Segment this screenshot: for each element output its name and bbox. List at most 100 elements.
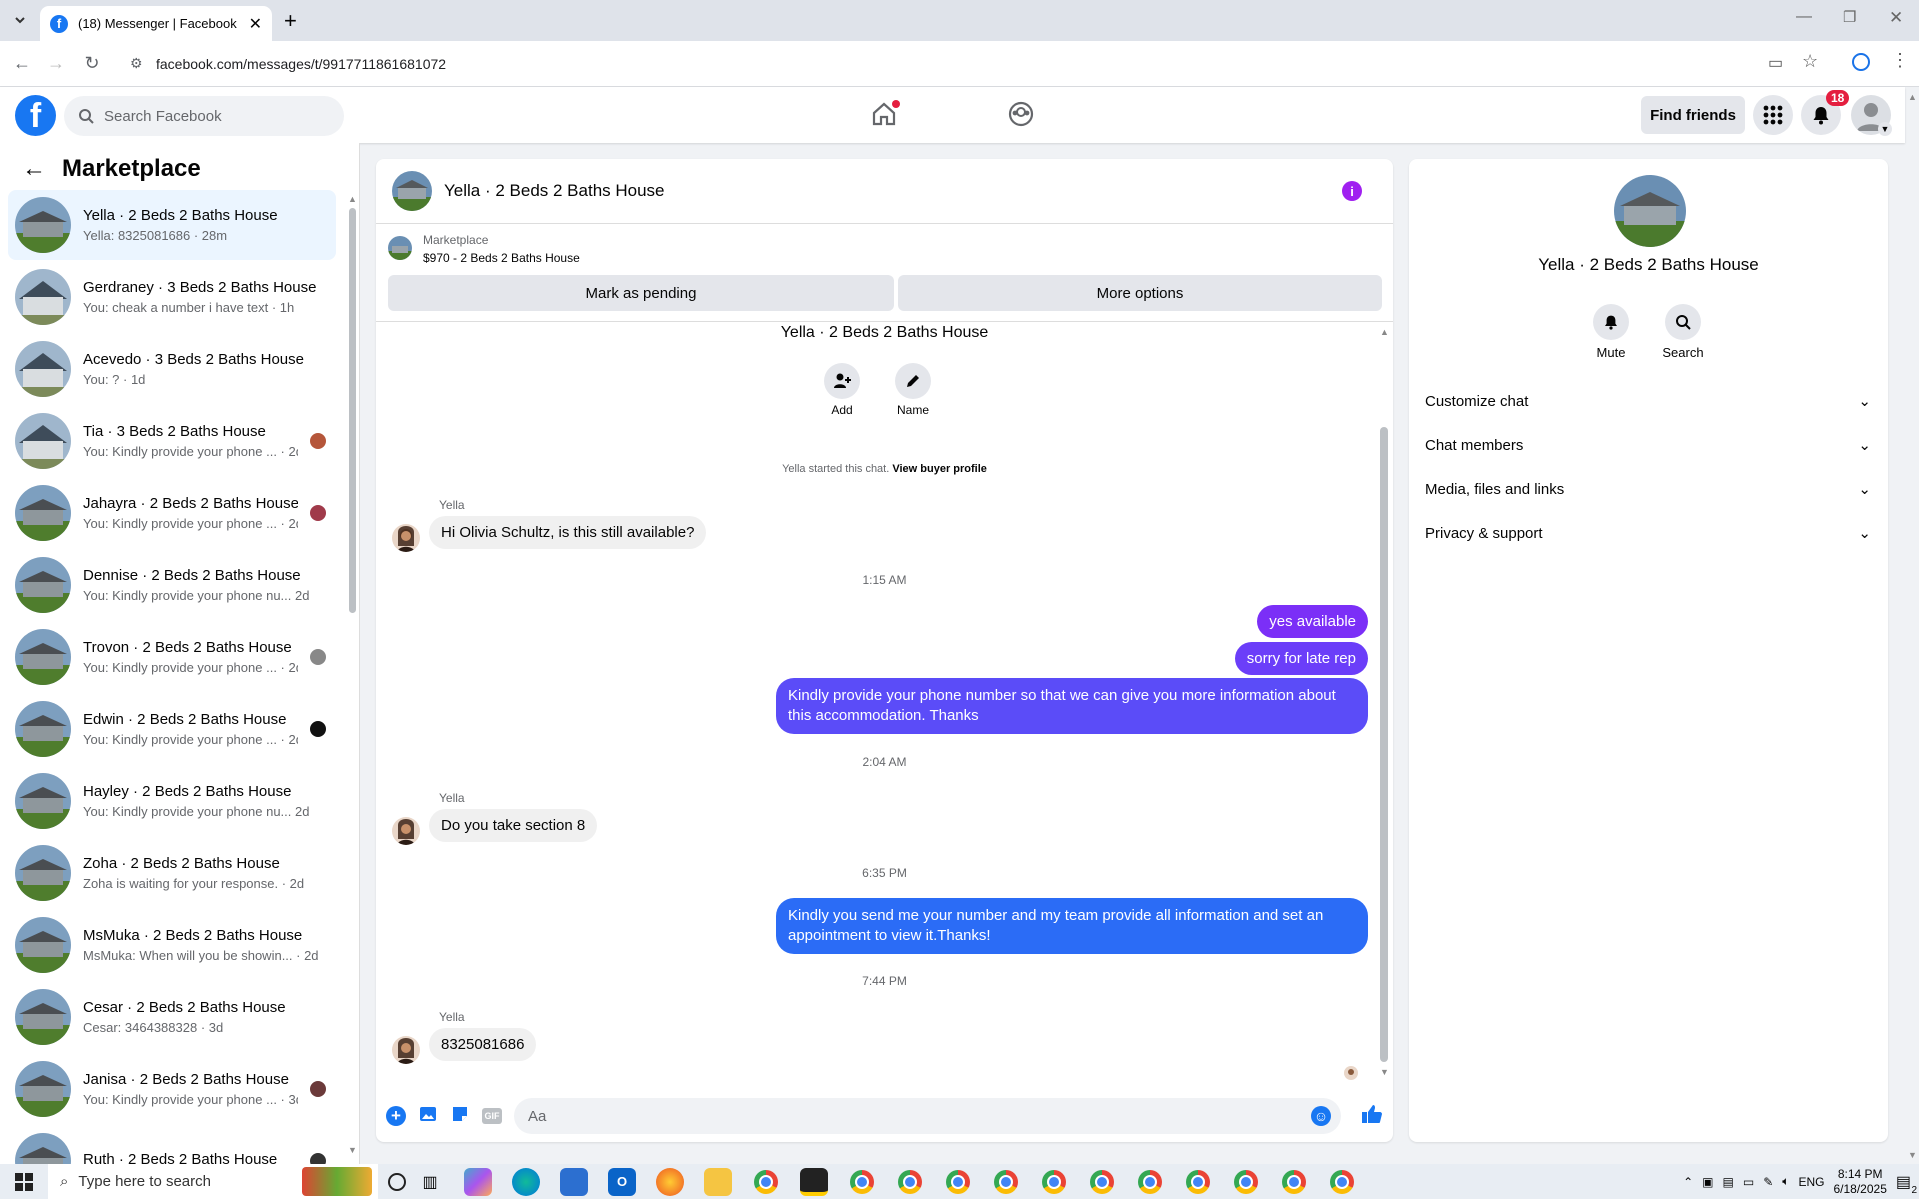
chrome-icon[interactable]: [992, 1168, 1020, 1196]
conversation-item[interactable]: Trovon · 2 Beds 2 Baths House You: Kindly…: [8, 622, 336, 692]
mute-bell-icon[interactable]: [1593, 304, 1629, 340]
reload-icon[interactable]: ↻: [78, 49, 106, 77]
sticker-icon[interactable]: [450, 1104, 470, 1129]
pen-icon[interactable]: ✎: [1763, 1175, 1773, 1189]
search-facebook-input[interactable]: Search Facebook: [64, 96, 344, 136]
photo-icon[interactable]: [418, 1104, 438, 1129]
sender-avatar[interactable]: [392, 1036, 420, 1064]
notification-center-icon[interactable]: ▤ 2: [1896, 1172, 1917, 1196]
minimize-icon[interactable]: —: [1796, 8, 1812, 26]
site-info-icon[interactable]: ⚙: [130, 55, 143, 72]
chrome-icon[interactable]: [752, 1168, 780, 1196]
chat-avatar[interactable]: [392, 171, 432, 211]
outgoing-message[interactable]: Kindly provide your phone number so that…: [776, 678, 1368, 734]
browser-menu-icon[interactable]: ⋮: [1891, 50, 1909, 71]
chrome-icon[interactable]: [1328, 1168, 1356, 1196]
details-avatar[interactable]: [1614, 175, 1686, 247]
conversation-item[interactable]: Yella · 2 Beds 2 Baths House Yella: 83250…: [8, 190, 336, 260]
chrome-icon[interactable]: [848, 1168, 876, 1196]
conversation-item[interactable]: Dennise · 2 Beds 2 Baths House You: Kindl…: [8, 550, 336, 620]
volume-icon[interactable]: 🔈︎: [1782, 1174, 1789, 1189]
add-person-icon[interactable]: [824, 363, 860, 399]
chrome-icon[interactable]: [1184, 1168, 1212, 1196]
plus-icon[interactable]: +: [386, 1106, 406, 1126]
network-icon[interactable]: ▭: [1743, 1175, 1754, 1189]
info-icon[interactable]: i: [1342, 181, 1362, 201]
thumbs-up-icon[interactable]: [1361, 1103, 1383, 1130]
incoming-message[interactable]: Do you take section 8: [429, 809, 598, 842]
chrome-icon[interactable]: [1040, 1168, 1068, 1196]
outgoing-message[interactable]: yes available: [1257, 605, 1368, 638]
conversation-item[interactable]: Tia · 3 Beds 2 Baths House You: Kindly pr…: [8, 406, 336, 476]
conversation-item[interactable]: Cesar · 2 Beds 2 Baths House Cesar: 34643…: [8, 982, 336, 1052]
account-chevron-icon[interactable]: ▼: [1878, 122, 1892, 136]
search-chat-icon[interactable]: [1665, 304, 1701, 340]
profile-icon[interactable]: [1852, 53, 1870, 71]
accordion-privacy-support[interactable]: Privacy & support ⌄: [1425, 513, 1871, 553]
forward-icon[interactable]: →: [42, 49, 70, 77]
clock[interactable]: 8:14 PM 6/18/2025: [1833, 1167, 1886, 1197]
copilot-icon[interactable]: [464, 1167, 492, 1196]
sticky-app-icon[interactable]: [800, 1167, 828, 1196]
conversation-item[interactable]: Hayley · 2 Beds 2 Baths House You: Kindly…: [8, 766, 336, 836]
scroll-up-icon[interactable]: ▲: [348, 194, 357, 204]
conversation-item[interactable]: Acevedo · 3 Beds 2 Baths House You: ? · 1…: [8, 334, 336, 404]
more-options-button[interactable]: More options: [898, 275, 1382, 311]
incoming-message[interactable]: 8325081686: [429, 1028, 537, 1061]
edge-icon[interactable]: [512, 1167, 540, 1196]
back-arrow-icon[interactable]: ←: [22, 155, 46, 183]
tab-search-chevron-icon[interactable]: [6, 6, 34, 34]
chat-scrollbar[interactable]: [1380, 427, 1388, 1062]
outgoing-message[interactable]: sorry for late rep: [1234, 642, 1368, 675]
mark-as-pending-button[interactable]: Mark as pending: [388, 275, 894, 311]
listing-title[interactable]: $970 - 2 Beds 2 Baths House: [423, 251, 580, 265]
sender-avatar[interactable]: [392, 817, 420, 845]
accordion-media-files-links[interactable]: Media, files and links ⌄: [1425, 469, 1871, 509]
chrome-icon[interactable]: [1280, 1168, 1308, 1196]
groups-icon[interactable]: [1007, 100, 1035, 133]
conversation-item[interactable]: Zoha · 2 Beds 2 Baths House Zoha is waiti…: [8, 838, 336, 908]
task-view-icon[interactable]: ▥: [416, 1168, 444, 1196]
facebook-logo-icon[interactable]: f: [15, 95, 56, 136]
tray-app-icon[interactable]: ▣: [1702, 1175, 1713, 1189]
outgoing-message[interactable]: Kindly you send me your number and my te…: [776, 898, 1368, 954]
firefox-icon[interactable]: [656, 1167, 684, 1196]
browser-tab[interactable]: f (18) Messenger | Facebook ✕: [40, 6, 272, 41]
install-app-icon[interactable]: ▭: [1768, 53, 1783, 73]
edit-name-pencil-icon[interactable]: [895, 363, 931, 399]
menu-grid-icon[interactable]: [1753, 95, 1793, 135]
close-window-icon[interactable]: ✕: [1889, 8, 1903, 28]
conversation-item[interactable]: Janisa · 2 Beds 2 Baths House You: Kindly…: [8, 1054, 336, 1124]
outlook-icon[interactable]: O: [608, 1167, 636, 1196]
gif-icon[interactable]: GIF: [482, 1108, 502, 1124]
cortana-icon[interactable]: [388, 1172, 406, 1191]
tray-app-icon[interactable]: ▤: [1723, 1175, 1734, 1189]
listing-thumbnail[interactable]: [388, 236, 412, 260]
chrome-icon[interactable]: [944, 1168, 972, 1196]
home-icon[interactable]: [870, 100, 900, 133]
conversation-item[interactable]: Edwin · 2 Beds 2 Baths House You: Kindly …: [8, 694, 336, 764]
bookmark-star-icon[interactable]: ☆: [1802, 51, 1818, 72]
page-scroll-down-icon[interactable]: ▼: [1908, 1150, 1917, 1160]
chat-scroll-down-icon[interactable]: ▼: [1380, 1067, 1389, 1077]
sidebar-scrollbar[interactable]: [349, 208, 356, 613]
file-explorer-icon[interactable]: [704, 1167, 732, 1196]
back-icon[interactable]: ←: [8, 49, 36, 77]
restore-icon[interactable]: ❐: [1843, 8, 1856, 26]
page-scroll-up-icon[interactable]: ▲: [1908, 92, 1917, 102]
tray-chevron-up-icon[interactable]: ⌃: [1683, 1175, 1693, 1189]
incoming-message[interactable]: Hi Olivia Schultz, is this still availab…: [429, 516, 707, 549]
find-friends-button[interactable]: Find friends: [1641, 96, 1745, 134]
conversation-item[interactable]: Gerdraney · 3 Beds 2 Baths House You: che…: [8, 262, 336, 332]
chrome-icon[interactable]: [1232, 1168, 1260, 1196]
conversation-item[interactable]: Jahayra · 2 Beds 2 Baths House You: Kindl…: [8, 478, 336, 548]
message-input[interactable]: Aa ☺: [514, 1098, 1341, 1134]
view-buyer-profile-link[interactable]: View buyer profile: [892, 463, 987, 475]
sender-avatar[interactable]: [392, 524, 420, 552]
accordion-customize-chat[interactable]: Customize chat ⌄: [1425, 381, 1871, 421]
chrome-icon[interactable]: [1088, 1168, 1116, 1196]
conversation-item[interactable]: MsMuka · 2 Beds 2 Baths House MsMuka: Whe…: [8, 910, 336, 980]
close-tab-icon[interactable]: ✕: [249, 14, 262, 34]
accordion-chat-members[interactable]: Chat members ⌄: [1425, 425, 1871, 465]
address-bar[interactable]: ⚙ facebook.com/messages/t/99177118616810…: [124, 48, 1794, 80]
